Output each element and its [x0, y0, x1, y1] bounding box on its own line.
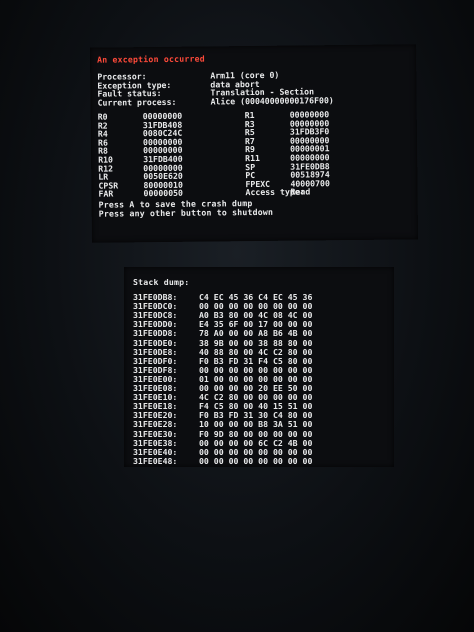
register-value: 00000050	[143, 188, 184, 199]
register-dump: R0 00000000 R1 00000000 R2 31FDB408 R3 00000000…	[90, 44, 416, 199]
bottom-screen: Stack dump: 31FE0DB8: C4 EC 45 36 C4 EC 4…	[124, 267, 394, 467]
register-value: Read	[290, 186, 311, 198]
top-screen: An exception occurred Processor: Arm11 (c…	[89, 44, 419, 243]
info-value: Alice (00040000000176F00)	[210, 94, 334, 107]
stack-dump-row: 31FE0E48: 00 00 00 00 00 00 00 00	[133, 456, 312, 466]
stack-bytes: 00 00 00 00 00 00 00 00	[199, 455, 313, 466]
stack-dump-title: Stack dump:	[133, 277, 190, 287]
shutdown-prompt: Press any other button to shutdown	[98, 206, 274, 219]
info-label: Current process:	[97, 96, 177, 108]
register-name: FAR	[98, 188, 114, 200]
exception-title: An exception occurred	[97, 53, 205, 65]
exception-info: Processor: Arm11 (core 0) Exception type: d…	[90, 44, 416, 108]
stack-address: 31FE0E48:	[133, 455, 178, 466]
